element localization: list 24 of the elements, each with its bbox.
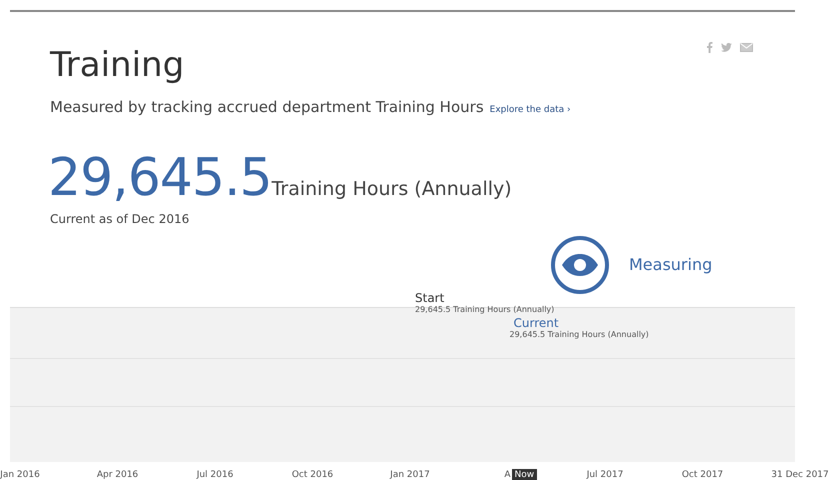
status-label: Measuring <box>629 254 712 276</box>
current-label: Current <box>512 317 560 329</box>
bird-icon[interactable] <box>721 43 732 52</box>
axis-tick-label: Apr 2016 <box>96 469 138 480</box>
subtitle: Measured by tracking accrued department Training Hours <box>50 97 484 118</box>
as-of-date: Current as of Dec 2016 <box>50 211 190 228</box>
axis-tick-label: Jul 2016 <box>196 469 234 480</box>
axis-tick-label: Oct 2016 <box>292 469 334 480</box>
axis-tick-label: Jul 2017 <box>586 469 624 480</box>
metric-value: 29,645.5 <box>48 152 272 204</box>
now-marker: Now <box>512 469 538 480</box>
axis-tick-label: Jan 2017 <box>390 469 430 480</box>
envelope-icon[interactable] <box>740 43 753 52</box>
axis-tick-label: Oct 2017 <box>682 469 724 480</box>
axis-tick-label: 31 Dec 2017 <box>771 469 829 480</box>
axis-tick-label: A <box>504 469 511 480</box>
page-title: Training <box>50 44 184 87</box>
axis-tick-label: Jan 2016 <box>0 469 40 480</box>
marker-value: 29,645.5 Training Hours (Annually) <box>510 329 649 341</box>
explore-link[interactable]: Explore the data › <box>490 104 571 118</box>
facebook-icon[interactable] <box>706 42 713 53</box>
metric-unit: Training Hours (Annually) <box>272 177 512 202</box>
start-label: Start <box>414 292 446 304</box>
marker-value: 29,645.5 Training Hours (Annually) <box>414 304 554 316</box>
